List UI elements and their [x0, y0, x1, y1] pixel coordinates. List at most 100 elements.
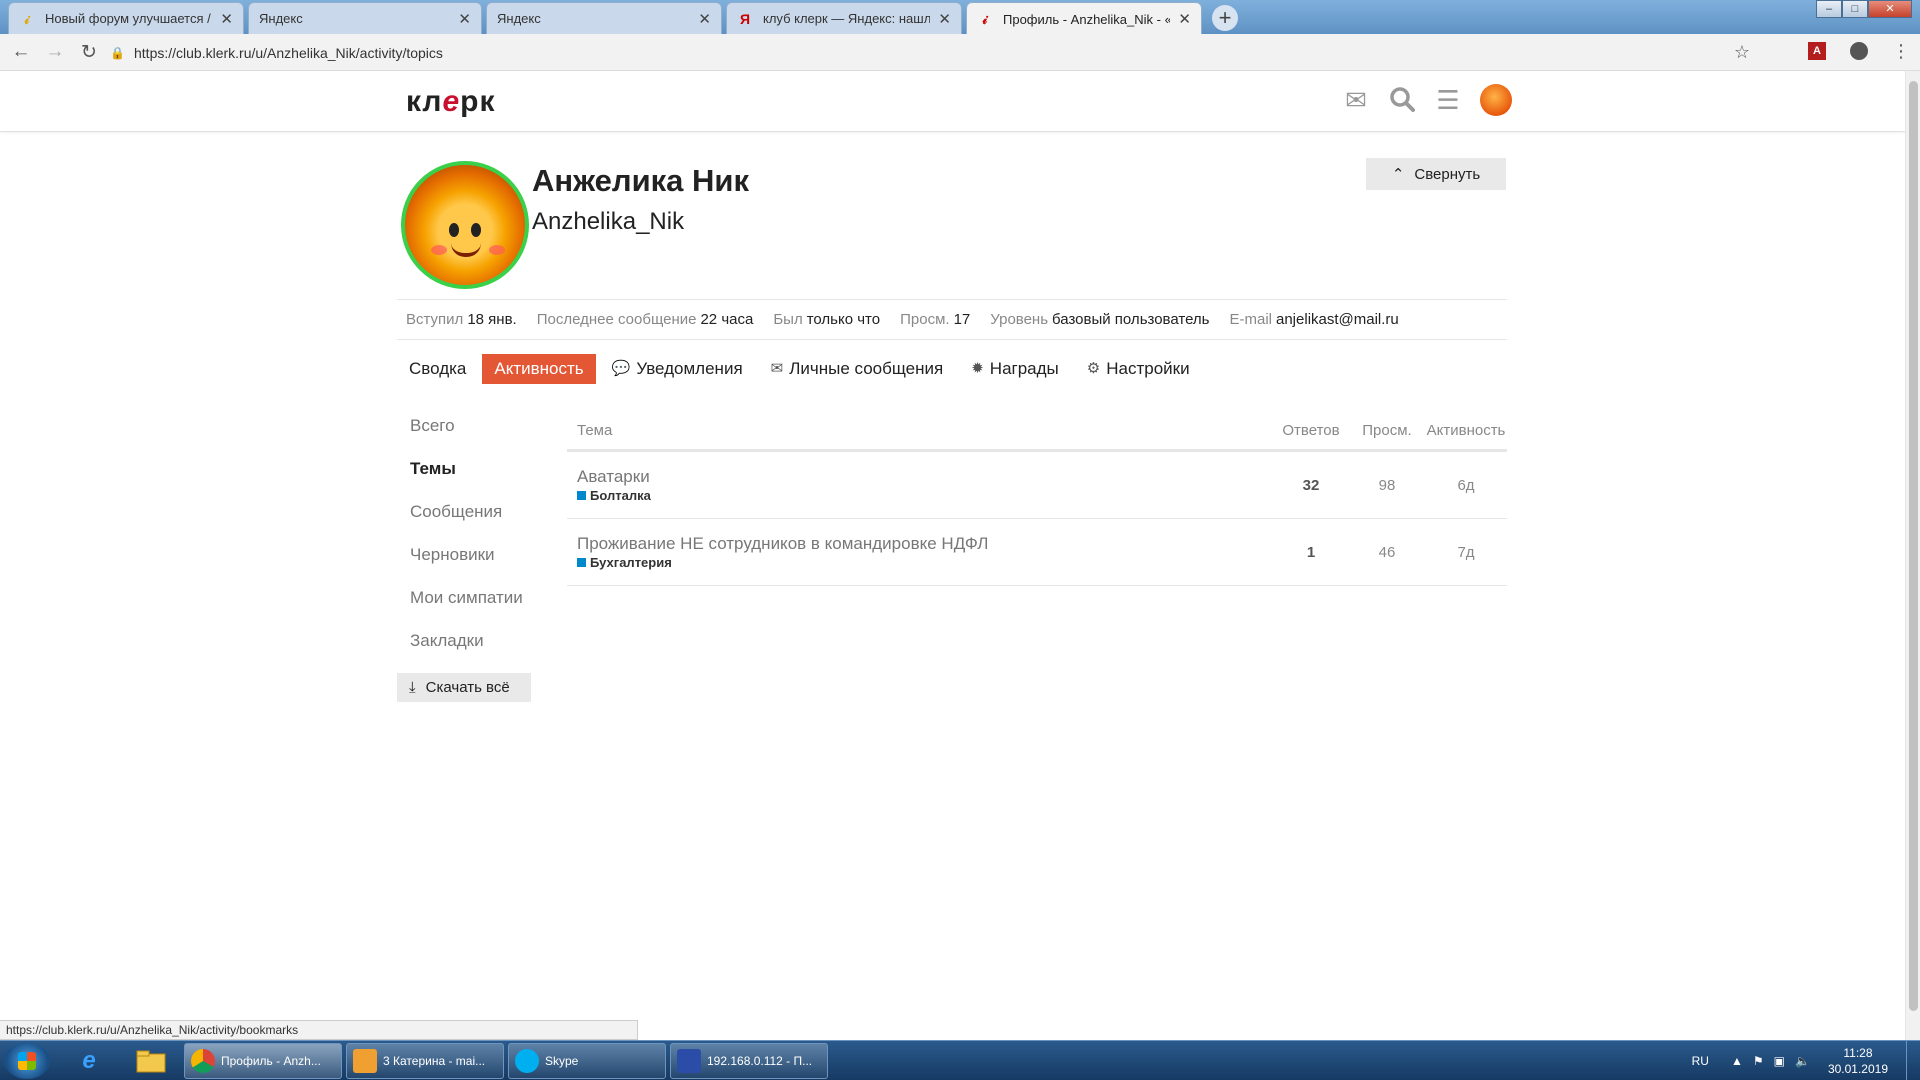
stat-email: E-mail anjelikast@mail.ru [1229, 311, 1398, 328]
start-button[interactable] [4, 1043, 50, 1079]
taskbar-skype[interactable]: Skype [508, 1043, 666, 1079]
table-header: Тема Ответов Просм. Активность [567, 412, 1507, 452]
topic-link[interactable]: Проживание НЕ сотрудников в командировке… [577, 534, 1273, 554]
windows-logo-icon [18, 1052, 36, 1070]
header-topic[interactable]: Тема [567, 422, 1273, 439]
tab-notifications[interactable]: 💬 Уведомления [600, 354, 755, 384]
activity-nav-drafts[interactable]: Черновики [397, 541, 537, 584]
search-icon[interactable] [1388, 86, 1416, 114]
avatar-mouth [451, 243, 481, 257]
close-window-button[interactable]: ✕ [1868, 0, 1912, 18]
replies-count[interactable]: 1 [1273, 544, 1349, 561]
collapse-button[interactable]: ⌃ Свернуть [1366, 158, 1506, 190]
profile-nav: Сводка Активность 💬 Уведомления ✉ Личные с… [397, 354, 1206, 384]
stat-key: Вступил [406, 311, 464, 328]
hamburger-menu-icon[interactable]: ☰ [1434, 86, 1462, 114]
action-center-flag-icon[interactable]: ⚑ [1753, 1054, 1764, 1068]
category-label: Бухгалтерия [590, 555, 672, 570]
browser-tab[interactable]: Яндекс ✕ [486, 2, 722, 34]
activity-age[interactable]: 6д [1425, 477, 1507, 494]
close-tab-icon[interactable]: ✕ [220, 10, 233, 28]
header-icons: ✉ ☰ [1342, 84, 1512, 116]
topic-category[interactable]: Бухгалтерия [577, 555, 1273, 570]
new-tab-button[interactable]: + [1212, 5, 1238, 31]
user-avatar[interactable] [1480, 84, 1512, 116]
tab-badges[interactable]: ✹ Награды [959, 354, 1071, 384]
show-desktop-button[interactable] [1906, 1041, 1920, 1080]
taskbar-chrome[interactable]: Профиль - Anzh... [184, 1043, 342, 1079]
replies-count[interactable]: 32 [1273, 477, 1349, 494]
envelope-icon[interactable]: ✉ [1342, 86, 1370, 114]
stat-key: Уровень [990, 311, 1049, 328]
language-indicator[interactable]: RU [1692, 1054, 1709, 1068]
bookmark-star-icon[interactable]: ☆ [1734, 42, 1750, 63]
tab-label: Сводка [409, 359, 467, 378]
system-tray: RU ▲ ⚑ ▣ 🔈 11:28 30.01.2019 [1692, 1041, 1920, 1080]
activity-nav-posts[interactable]: Сообщения [397, 498, 537, 541]
category-color-square [577, 491, 586, 500]
activity-nav-likes[interactable]: Мои симпатии [397, 584, 537, 627]
scrollbar-thumb[interactable] [1909, 81, 1918, 1011]
site-header: клерк ✉ ☰ [0, 71, 1905, 132]
avatar-cheek [489, 245, 505, 255]
activity-nav-topics[interactable]: Темы [397, 455, 537, 498]
activity-nav-bookmarks[interactable]: Закладки [397, 627, 537, 670]
address-bar[interactable]: 🔒 https://club.klerk.ru/u/Anzhelika_Nik/… [110, 38, 1760, 67]
profile-avatar [401, 161, 529, 289]
tray-expand-icon[interactable]: ▲ [1731, 1054, 1743, 1068]
maximize-button[interactable]: □ [1842, 0, 1868, 18]
clock-date: 30.01.2019 [1827, 1062, 1888, 1076]
header-views[interactable]: Просм. [1349, 422, 1425, 439]
clock[interactable]: 11:28 30.01.2019 [1828, 1045, 1888, 1077]
klerk-favicon-icon: 𝒾 [982, 11, 988, 27]
close-tab-icon[interactable]: ✕ [698, 10, 711, 28]
taskbar-outlook[interactable]: 3 Катерина - mai... [346, 1043, 504, 1079]
chevron-double-up-icon: ⌃ [1391, 166, 1405, 183]
yandex-favicon-icon: Я [739, 10, 751, 27]
profile-username: Anzhelika_Nik [532, 208, 685, 235]
header-replies[interactable]: Ответов [1273, 422, 1349, 439]
internet-explorer-icon[interactable]: e [60, 1043, 118, 1079]
download-all-button[interactable]: ⤓ Скачать всё [397, 673, 531, 702]
header-activity[interactable]: Активность [1425, 422, 1507, 439]
topic-link[interactable]: Аватарки [577, 467, 1273, 487]
close-tab-icon[interactable]: ✕ [458, 10, 471, 28]
back-arrow-icon[interactable]: ← [4, 41, 38, 63]
browser-tab[interactable]: 𝒾 Новый форум улучшается / Ещё ✕ [8, 2, 244, 34]
minimize-button[interactable]: – [1816, 0, 1842, 18]
tab-activity[interactable]: Активность [482, 354, 596, 384]
activity-nav-all[interactable]: Всего [397, 412, 537, 455]
topic-category[interactable]: Болталка [577, 488, 1273, 503]
tab-title: Яндекс [497, 11, 541, 26]
pdf-extension-icon[interactable]: A [1808, 42, 1826, 60]
browser-tab-active[interactable]: 𝒾 Профиль - Anzhelika_Nik - «Кле ✕ [966, 2, 1202, 35]
forward-arrow-icon[interactable]: → [38, 41, 72, 63]
browser-tab[interactable]: Я клуб клерк — Яндекс: нашлось ✕ [726, 2, 962, 34]
page-scrollbar[interactable] [1905, 71, 1920, 1040]
file-explorer-icon[interactable] [122, 1043, 180, 1079]
tab-messages[interactable]: ✉ Личные сообщения [759, 354, 956, 384]
table-row: Аватарки Болталка 32 98 6д [567, 452, 1507, 519]
site-logo[interactable]: клерк [406, 85, 495, 119]
taskbar-remote-desktop[interactable]: 192.168.0.112 - П... [670, 1043, 828, 1079]
tab-title: клуб клерк — Яндекс: нашлось [763, 11, 931, 26]
browser-menu-icon[interactable]: ⋮ [1892, 42, 1910, 60]
tab-settings[interactable]: ⚙ Настройки [1075, 354, 1202, 384]
stat-value: только что [806, 311, 881, 328]
activity-age[interactable]: 7д [1425, 544, 1507, 561]
tab-summary[interactable]: Сводка [397, 354, 478, 384]
windows-taskbar: e Профиль - Anzh... 3 Катерина - mai... … [0, 1040, 1920, 1080]
volume-icon[interactable]: 🔈 [1795, 1054, 1810, 1068]
close-tab-icon[interactable]: ✕ [938, 10, 951, 28]
account-icon[interactable] [1850, 42, 1868, 60]
tab-label: Награды [989, 359, 1059, 378]
activity-nav: Всего Темы Сообщения Черновики Мои симпа… [397, 412, 537, 670]
lock-icon: 🔒 [110, 45, 125, 60]
tab-title: Новый форум улучшается / Ещё [45, 11, 212, 26]
network-icon[interactable]: ▣ [1774, 1054, 1785, 1068]
close-tab-icon[interactable]: ✕ [1178, 10, 1191, 28]
browser-tab[interactable]: Яндекс ✕ [248, 2, 482, 34]
views-count: 98 [1378, 476, 1396, 494]
stat-value: базовый пользователь [1052, 311, 1210, 328]
reload-icon[interactable]: ↻ [72, 41, 106, 64]
